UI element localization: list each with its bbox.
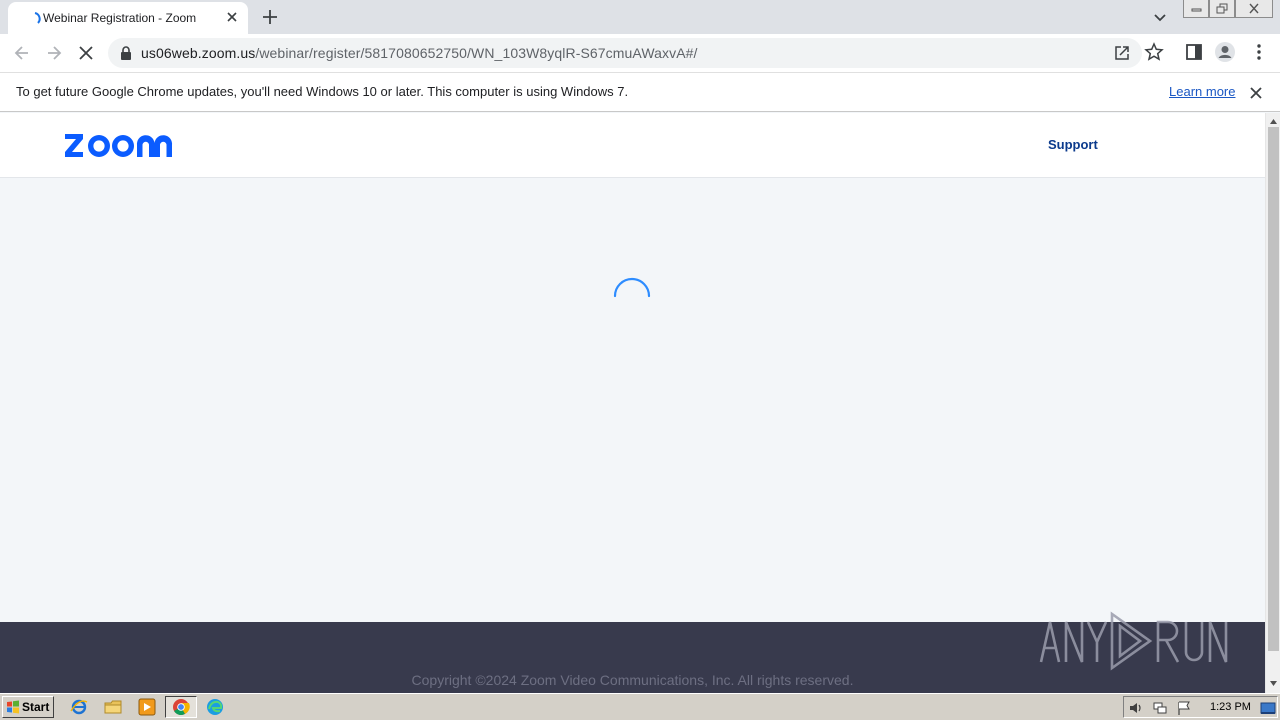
copyright-text: Copyright ©2024 Zoom Video Communication…: [411, 672, 854, 688]
scroll-up-arrow-icon[interactable]: [1269, 117, 1278, 126]
close-icon[interactable]: [1248, 85, 1264, 101]
star-icon[interactable]: [1143, 41, 1165, 63]
windows-taskbar: Start 1:23 PM: [0, 693, 1280, 720]
url-host: us06web.zoom.us: [141, 45, 256, 61]
tab-strip: Webinar Registration - Zoom: [0, 0, 1280, 34]
page-viewport: Support Copyright ©2024 Zoom Video Commu…: [0, 113, 1265, 693]
restore-icon: [1216, 3, 1228, 14]
network-icon[interactable]: [1152, 700, 1168, 716]
loading-spinner-icon: [613, 277, 651, 298]
menu-kebab-icon[interactable]: [1248, 41, 1270, 63]
profile-avatar-icon[interactable]: [1214, 41, 1236, 63]
action-center-flag-icon[interactable]: [1176, 700, 1192, 716]
forward-arrow-icon[interactable]: [44, 43, 64, 63]
lock-icon[interactable]: [120, 46, 132, 60]
restore-button[interactable]: [1209, 0, 1235, 18]
show-desktop-icon[interactable]: [1260, 700, 1276, 716]
close-icon[interactable]: [224, 9, 240, 25]
close-window-button[interactable]: [1235, 0, 1273, 18]
scrollbar-thumb[interactable]: [1268, 127, 1279, 651]
support-link[interactable]: Support: [1048, 137, 1098, 152]
start-label: Start: [22, 700, 50, 714]
new-tab-button[interactable]: [260, 7, 280, 27]
chrome-taskbar-button[interactable]: [165, 696, 197, 718]
file-explorer-icon[interactable]: [104, 698, 122, 716]
side-panel-icon[interactable]: [1183, 41, 1205, 63]
tab-webinar-registration[interactable]: Webinar Registration - Zoom: [8, 2, 248, 34]
stop-loading-icon[interactable]: [76, 43, 96, 63]
address-bar[interactable]: us06web.zoom.us/webinar/register/5817080…: [108, 38, 1142, 68]
screen: Webinar Registration - Zoom us06web.zoom…: [0, 0, 1280, 720]
tab-title: Webinar Registration - Zoom: [43, 11, 197, 25]
windows-flag-icon: [7, 700, 19, 714]
scroll-down-arrow-icon[interactable]: [1269, 679, 1278, 688]
infobar-message: To get future Google Chrome updates, you…: [16, 84, 629, 99]
vertical-scrollbar[interactable]: [1265, 113, 1280, 693]
url-path: /webinar/register/5817080652750/WN_103W8…: [255, 45, 698, 61]
internet-explorer-icon[interactable]: [70, 698, 88, 716]
clock[interactable]: 1:23 PM: [1210, 701, 1251, 713]
minimize-button[interactable]: [1183, 0, 1209, 18]
zoom-header: Support: [0, 113, 1265, 178]
edge-icon[interactable]: [206, 698, 224, 716]
update-infobar: To get future Google Chrome updates, you…: [0, 72, 1280, 112]
volume-icon[interactable]: [1128, 700, 1144, 716]
chevron-down-icon[interactable]: [1152, 9, 1168, 25]
system-tray: 1:23 PM: [1123, 696, 1278, 718]
minimize-icon: [1191, 8, 1202, 12]
anyrun-watermark: [1039, 611, 1228, 671]
back-arrow-icon[interactable]: [12, 43, 32, 63]
zoom-logo[interactable]: [65, 131, 177, 159]
learn-more-link[interactable]: Learn more: [1169, 84, 1235, 99]
start-button[interactable]: Start: [2, 696, 54, 718]
share-icon[interactable]: [1113, 44, 1131, 62]
chrome-icon: [173, 699, 190, 715]
close-icon: [1249, 3, 1259, 14]
url-text[interactable]: us06web.zoom.us/webinar/register/5817080…: [141, 45, 698, 61]
media-player-icon[interactable]: [138, 698, 156, 716]
